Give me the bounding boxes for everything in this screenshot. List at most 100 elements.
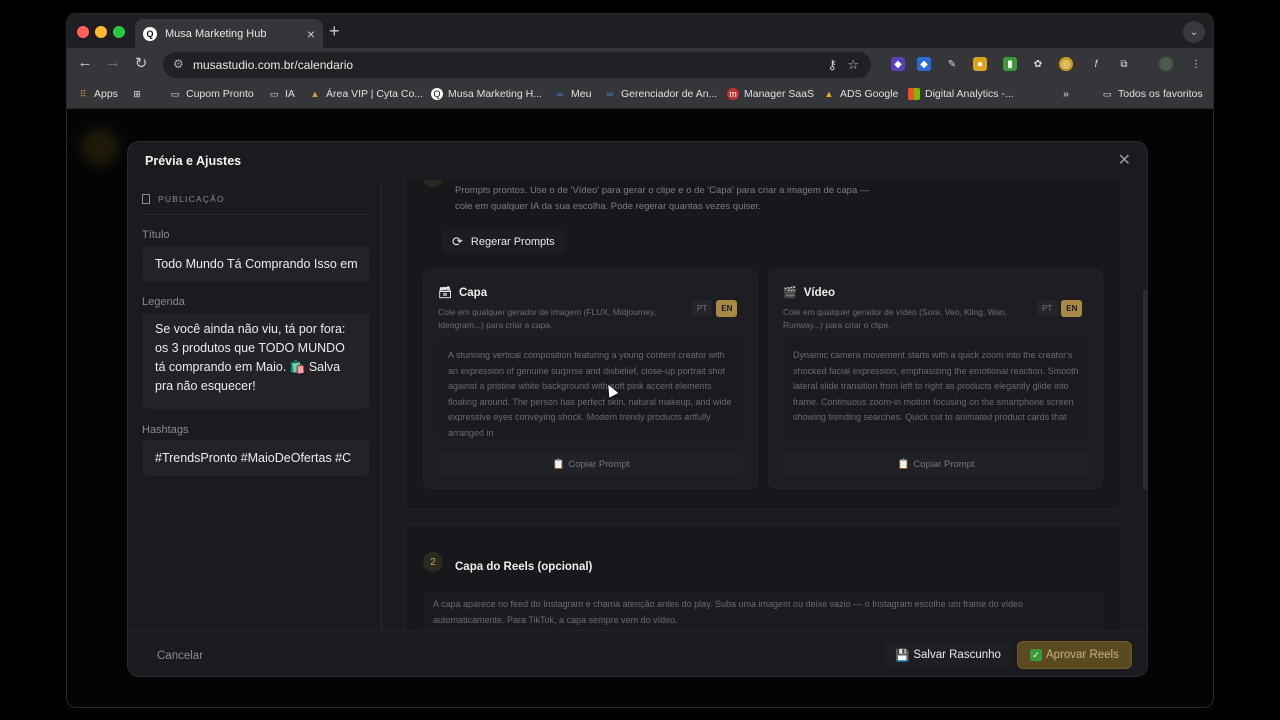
reload-icon[interactable]: ↻ <box>131 54 151 72</box>
eyedropper-icon[interactable]: ✎ <box>945 57 959 71</box>
analytics-extension-icon[interactable]: ▮ <box>1003 57 1017 71</box>
google-ads-icon: ▲ <box>824 89 834 99</box>
site-icon: Q <box>431 88 443 100</box>
title-field[interactable]: Todo Mundo Tá Comprando Isso em <box>142 246 370 282</box>
scrollbar[interactable] <box>1143 290 1147 490</box>
extension-icon-3[interactable]: ● <box>973 57 987 71</box>
publication-panel: PUBLICAÇÃO Título Todo Mundo Tá Comprand… <box>128 180 382 630</box>
cover-card-title: 🗃 Capa <box>438 286 488 300</box>
extension-icon-4[interactable]: ✿ <box>1031 57 1045 71</box>
cover-prompt-card: 🗃 Capa Cole em qualquer gerador de imagem… <box>423 269 758 489</box>
refresh-icon: ⟳ <box>452 233 463 249</box>
checkmark-icon: ✓ <box>1030 649 1042 661</box>
minimize-window-button[interactable] <box>95 26 107 38</box>
bookmark-star-icon[interactable]: ☆ <box>847 57 859 73</box>
back-icon[interactable]: ← <box>75 54 95 71</box>
tab-search-icon[interactable]: ⌄ <box>1183 21 1205 43</box>
reels-cover-section: 2 Capa do Reels (opcional) A capa aparec… <box>404 524 1122 630</box>
bookmarks-overflow-icon[interactable]: » <box>1063 88 1069 100</box>
extension-icon-1[interactable]: ◆ <box>891 57 905 71</box>
step-number: 1 <box>423 180 443 187</box>
lang-en-button[interactable]: EN <box>1061 300 1083 317</box>
close-icon[interactable]: ✕ <box>1118 150 1131 170</box>
apps-grid-icon: ⠿ <box>79 88 87 99</box>
browser-menu-icon[interactable]: ⋮ <box>1189 57 1203 71</box>
tab-close-icon[interactable]: × <box>307 26 315 42</box>
document-icon <box>142 194 150 204</box>
bookmark-musa-marketing[interactable]: Q Musa Marketing H... <box>431 88 542 100</box>
bookmark-todos-favoritos[interactable]: ▭ Todos os favoritos <box>1101 88 1203 100</box>
browser-toolbar: ← → ↻ ⚙ musastudio.com.br/calendario ⚷ ☆… <box>67 48 1213 80</box>
profile-avatar[interactable] <box>1159 57 1173 71</box>
modal-footer: Cancelar 💾 Salvar Rascunho ✓ Aprovar Reels <box>128 630 1147 676</box>
caption-field[interactable]: Se você ainda não viu, tá por fora: os 3… <box>142 313 370 409</box>
new-tab-button[interactable]: + <box>329 21 340 42</box>
lang-pt-button[interactable]: PT <box>1037 300 1058 317</box>
bookmarks-bar: ⠿ Apps ⊞ ▭ Cupom Pronto ▭ IA ▲ Área VIP | Cy… <box>67 80 1213 109</box>
folder-icon: ▭ <box>269 88 279 99</box>
folder-icon: ▭ <box>1102 88 1112 99</box>
password-key-icon[interactable]: ⚷ <box>827 57 837 73</box>
bookmark-cupom-pronto[interactable]: ▭ Cupom Pronto <box>169 88 254 100</box>
tab-groups-icon: ⊞ <box>133 88 141 99</box>
step-number: 2 <box>423 552 443 572</box>
clapperboard-icon: 🎬 <box>783 287 797 299</box>
cover-language-toggle: PT EN <box>692 300 738 317</box>
microsoft-icon <box>908 88 920 100</box>
bookmark-tab-groups[interactable]: ⊞ <box>131 88 148 100</box>
bookmark-meu[interactable]: ∞ Meu <box>554 88 592 100</box>
lang-en-button[interactable]: EN <box>716 300 738 317</box>
close-window-button[interactable] <box>77 26 89 38</box>
caption-label: Legenda <box>142 296 185 308</box>
bookmark-manager-saas[interactable]: m Manager SaaS <box>727 88 814 100</box>
prompts-section: 1 Prompts prontos. Use o de 'Vídeo' para… <box>404 180 1122 510</box>
bookmark-digital-analytics[interactable]: Digital Analytics -... <box>908 88 1014 100</box>
address-bar[interactable]: ⚙ musastudio.com.br/calendario ⚷ ☆ <box>163 52 871 78</box>
regenerate-prompts-button[interactable]: ⟳ Regerar Prompts <box>442 229 565 254</box>
bookmark-ia[interactable]: ▭ IA <box>268 88 295 100</box>
video-language-toggle: PT EN <box>1037 300 1083 317</box>
url-text: musastudio.com.br/calendario <box>193 58 354 72</box>
hashtags-field[interactable]: #TrendsPronto #MaioDeOfertas #C <box>142 440 370 476</box>
cover-prompt-text[interactable]: A stunning vertical composition featurin… <box>438 342 744 438</box>
bookmark-area-vip[interactable]: ▲ Área VIP | Cyta Co... <box>309 88 424 100</box>
bookmark-apps[interactable]: ⠿ Apps <box>77 88 118 100</box>
video-prompt-text[interactable]: Dynamic camera movement starts with a qu… <box>783 342 1089 438</box>
prompts-description: Prompts prontos. Use o de 'Vídeo' para g… <box>455 185 870 212</box>
browser-window: Q Musa Marketing Hub × + ⌄ ← → ↻ ⚙ musas… <box>66 13 1214 708</box>
reels-cover-description: A capa aparece no feed do Instagram e ch… <box>423 591 1103 630</box>
bookmark-ads-google[interactable]: ▲ ADS Google <box>823 88 899 100</box>
publication-section-label: PUBLICAÇÃO <box>142 194 225 204</box>
image-icon: 🗃 <box>438 287 452 299</box>
cancel-button[interactable]: Cancelar <box>157 650 203 662</box>
title-label: Título <box>142 229 170 241</box>
preview-modal: Prévia e Ajustes ✕ PUBLICAÇÃO Título Tod… <box>127 141 1148 677</box>
maximize-window-button[interactable] <box>113 26 125 38</box>
page-content: Prévia e Ajustes ✕ PUBLICAÇÃO Título Tod… <box>67 110 1213 707</box>
cover-card-subtitle: Cole em qualquer gerador de imagem (FLUX… <box>438 307 657 330</box>
tab-strip: Q Musa Marketing Hub × + ⌄ <box>67 14 1213 48</box>
approve-reels-button[interactable]: ✓ Aprovar Reels <box>1017 641 1132 669</box>
site-info-icon[interactable]: ⚙ <box>173 57 184 71</box>
folder-icon: ▭ <box>170 88 180 99</box>
tab-title: Musa Marketing Hub <box>165 27 267 40</box>
clipboard-icon: 📋 <box>552 458 565 470</box>
extensions-puzzle-icon[interactable]: ⧉ <box>1117 57 1131 71</box>
extension-icon-2[interactable]: ◆ <box>917 57 931 71</box>
lang-pt-button[interactable]: PT <box>692 300 713 317</box>
clipboard-icon: 📋 <box>897 458 910 470</box>
copy-cover-prompt-button[interactable]: 📋 Copiar Prompt <box>438 452 744 476</box>
reels-cover-title: Capa do Reels (opcional) <box>455 561 593 573</box>
video-card-title: 🎬 Vídeo <box>783 286 836 300</box>
tab-favicon-icon: Q <box>143 26 157 41</box>
tab-musa-marketing-hub[interactable]: Q Musa Marketing Hub × <box>135 19 323 48</box>
video-card-subtitle: Cole em qualquer gerador de vídeo (Sora,… <box>783 307 1008 330</box>
bookmark-gerenciador[interactable]: ∞ Gerenciador de An... <box>604 88 718 100</box>
copy-video-prompt-button[interactable]: 📋 Copiar Prompt <box>783 452 1089 476</box>
forward-icon[interactable]: → <box>103 54 123 71</box>
extension-icon-5[interactable]: ◎ <box>1059 57 1073 71</box>
site-icon: ▲ <box>310 89 320 99</box>
meta-icon: ∞ <box>606 89 614 99</box>
save-draft-button[interactable]: 💾 Salvar Rascunho <box>883 642 1013 668</box>
formula-extension-icon[interactable]: f <box>1089 57 1103 71</box>
